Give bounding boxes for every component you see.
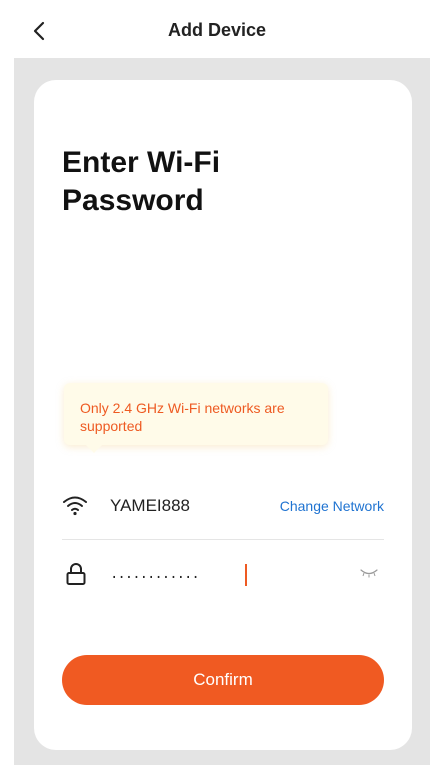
text-cursor (245, 564, 247, 586)
divider (62, 539, 384, 540)
change-network-link[interactable]: Change Network (280, 498, 384, 514)
wifi-icon (63, 496, 87, 516)
wifi-ssid: YAMEI888 (110, 496, 191, 515)
app-header: Add Device (0, 0, 434, 58)
confirm-button[interactable]: Confirm (62, 655, 384, 705)
password-row (62, 556, 384, 596)
page-title: Enter Wi-Fi Password (62, 146, 221, 217)
password-field[interactable] (110, 562, 330, 588)
tip-text: Only 2.4 GHz Wi-Fi networks are supporte… (80, 400, 285, 434)
header-title: Add Device (167, 20, 267, 40)
wifi-row: YAMEI888 Change Network (62, 486, 384, 526)
lock-icon (66, 563, 86, 585)
frequency-tip: Only 2.4 GHz Wi-Fi networks are supporte… (64, 383, 328, 453)
tip-arrow (86, 445, 102, 453)
eye-closed-icon[interactable] (360, 568, 378, 578)
